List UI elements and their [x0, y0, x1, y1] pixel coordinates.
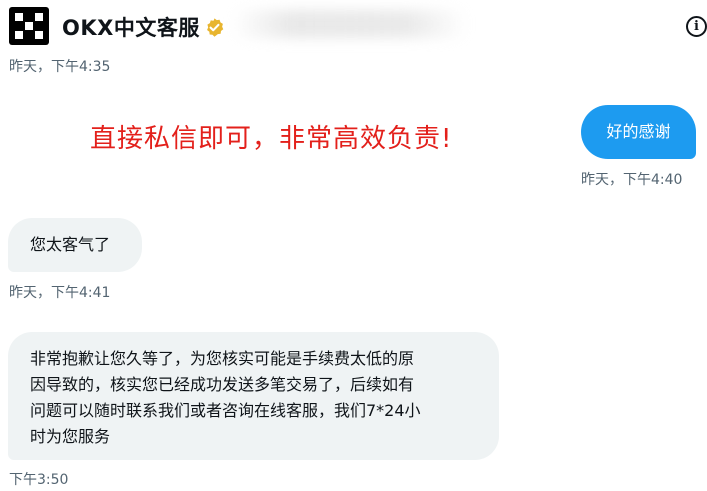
message-timestamp: 昨天，下午4:40 — [581, 172, 683, 188]
message-line: 非常抱歉让您久等了，为您核实可能是手续费太低的原 — [30, 349, 415, 368]
message-line: 因导致的，核实您已经成功发送多笔交易了，后续如有 — [30, 375, 415, 394]
conversation-title[interactable]: OKX中文客服 — [62, 12, 200, 42]
conversation-header: OKX中文客服 i — [0, 0, 707, 52]
message-timestamp: 昨天，下午4:35 — [9, 59, 111, 75]
sent-message-bubble[interactable]: 好的感谢 — [581, 105, 696, 159]
overlay-caption: 直接私信即可，非常高效负责! — [90, 124, 453, 154]
redacted-handle — [232, 10, 467, 38]
verified-badge-icon — [206, 17, 224, 37]
received-message-bubble[interactable]: 您太客气了 — [8, 218, 142, 272]
message-timestamp: 昨天，下午4:41 — [9, 285, 111, 301]
okx-logo[interactable] — [9, 7, 49, 45]
header-title-group[interactable]: OKX中文客服 — [62, 12, 225, 42]
message-timestamp: 下午3:50 — [9, 472, 69, 488]
message-line: 时为您服务 — [30, 427, 111, 446]
info-icon[interactable]: i — [686, 16, 707, 37]
message-line: 问题可以随时联系我们或者咨询在线客服，我们7*24小 — [30, 401, 421, 420]
received-message-bubble[interactable]: 非常抱歉让您久等了，为您核实可能是手续费太低的原 因导致的，核实您已经成功发送多… — [8, 332, 499, 460]
